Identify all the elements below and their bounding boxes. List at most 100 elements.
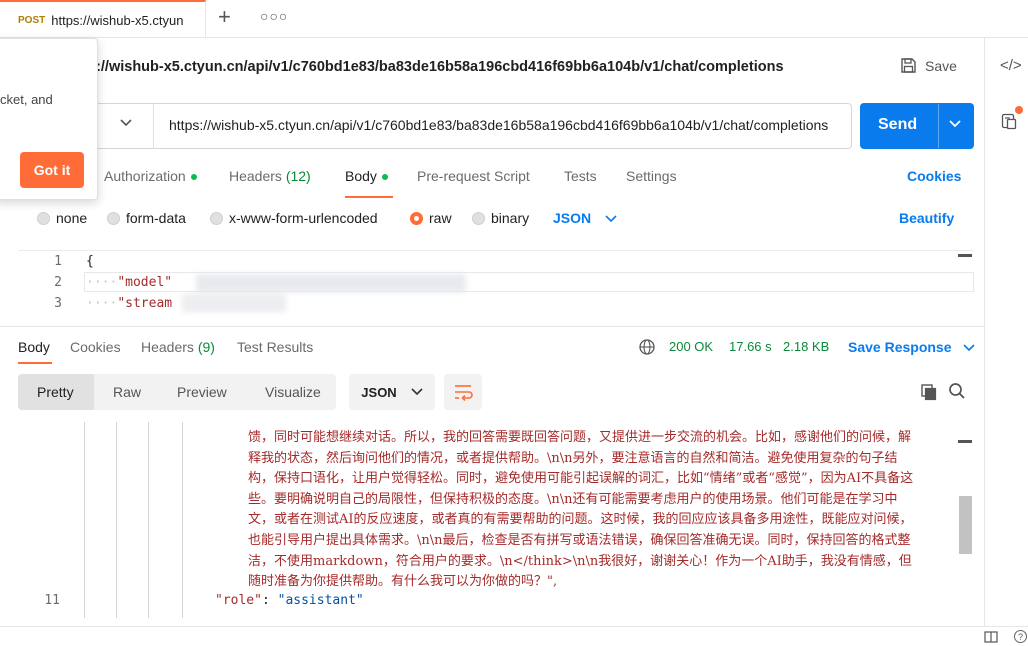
tab-authorization[interactable]: Authorization xyxy=(104,168,197,184)
radio-circle[interactable] xyxy=(37,211,50,225)
indent-guide xyxy=(84,422,85,618)
two-pane-layout-icon[interactable] xyxy=(984,631,998,643)
globe-icon[interactable] xyxy=(638,338,656,356)
send-label[interactable]: Send xyxy=(878,116,917,134)
response-format-select[interactable]: JSON xyxy=(349,374,435,410)
radio-circle[interactable] xyxy=(472,211,485,225)
code-value: "assistant" xyxy=(277,593,364,608)
response-status[interactable]: 200 OK xyxy=(669,339,713,354)
tab-settings[interactable]: Settings xyxy=(626,168,677,184)
status-bar xyxy=(0,626,1028,646)
radio-circle[interactable] xyxy=(210,211,223,225)
wrap-lines-button[interactable] xyxy=(444,374,482,410)
save-label: Save xyxy=(925,57,957,74)
active-tab-underline xyxy=(345,196,393,198)
code-key: "role" xyxy=(215,593,262,608)
more-tabs-icon[interactable]: ○○○ xyxy=(260,8,288,24)
save-button[interactable]: Save xyxy=(900,57,957,74)
tab-tests[interactable]: Tests xyxy=(564,168,597,184)
send-options-chevron-icon[interactable] xyxy=(949,117,961,131)
code-snippet-icon[interactable]: </> xyxy=(1000,57,1022,74)
response-tab-cookies[interactable]: Cookies xyxy=(70,339,121,355)
response-headers-count: (9) xyxy=(197,339,215,355)
status-dot xyxy=(190,174,197,181)
radio-circle-selected[interactable] xyxy=(410,211,423,225)
response-time[interactable]: 17.66 s xyxy=(729,339,772,354)
radio-form-data-label: form-data xyxy=(126,210,186,226)
request-name: s://wishub-x5.ctyun.cn/api/v1/c760bd1e83… xyxy=(88,59,784,75)
response-tab-headers[interactable]: Headers (9) xyxy=(141,339,215,355)
url-input[interactable]: https://wishub-x5.ctyun.cn/api/v1/c760bd… xyxy=(169,117,841,133)
tab-authorization-label: Authorization xyxy=(104,168,186,184)
request-tab[interactable]: POST https://wishub-x5.ctyun xyxy=(0,0,206,38)
code-line: "role": "assistant" xyxy=(215,593,364,608)
response-text-line: 文，或者在测试AI的反应速度，或者真的有需要帮助的问题。这时候，我的回应应该具备… xyxy=(248,512,913,528)
view-preview[interactable]: Preview xyxy=(177,384,227,400)
radio-binary[interactable]: binary xyxy=(472,210,529,226)
search-icon[interactable] xyxy=(948,382,966,400)
response-text-line: 馈，同时可能想继续对话。所以，我的回答需要既回答问题，又提供进一步交流的机会。比… xyxy=(248,430,912,445)
tab-prerequest-script[interactable]: Pre-request Script xyxy=(417,168,530,184)
code-line: { xyxy=(86,254,94,269)
response-text-line: 也能引导用户提出具体需求。\n\n最后，检查是否有拼写或语法错误，确保回答准确无… xyxy=(248,533,911,548)
redacted-region xyxy=(196,274,466,292)
radio-binary-label: binary xyxy=(491,210,530,226)
radio-none-label: none xyxy=(56,210,88,226)
response-text-line: 释我的状态，然后询问他们的情况，或者提供帮助。\n\n另外，要注意语言的自然和简… xyxy=(248,450,898,466)
notification-dot xyxy=(1015,106,1023,114)
cookies-link[interactable]: Cookies xyxy=(907,168,961,184)
new-tab-button[interactable]: + xyxy=(218,4,231,30)
popover-text: cket, and xyxy=(0,92,53,107)
body-format-select[interactable]: JSON xyxy=(553,210,617,226)
response-text-line: 构，保持口语化，让用户觉得轻松。同时，避免使用可能引起误解的词汇，比如“情绪”或… xyxy=(248,471,914,487)
beautify-link[interactable]: Beautify xyxy=(899,210,954,226)
pane-divider[interactable] xyxy=(0,326,984,327)
code-key: "stream xyxy=(117,296,173,311)
code-line: ····"stream xyxy=(86,296,172,311)
response-size[interactable]: 2.18 KB xyxy=(783,339,829,354)
send-split-divider xyxy=(938,104,939,148)
save-response-label: Save Response xyxy=(848,339,952,355)
response-tab-body[interactable]: Body xyxy=(18,339,50,355)
response-text-line: 随时准备为你提供帮助。有什么我可以为你做的吗？", xyxy=(248,574,558,590)
line-number: 11 xyxy=(44,593,60,608)
view-raw[interactable]: Raw xyxy=(113,384,141,400)
response-tab-test-results[interactable]: Test Results xyxy=(237,339,313,355)
indent-dots: ···· xyxy=(86,296,118,311)
response-scrollbar-thumb[interactable] xyxy=(959,496,972,554)
tab-method-badge: POST xyxy=(18,14,46,26)
response-text-line: 些。要明确说明自己的局限性，但保持积极的态度。\n\n还有可能需要考虑用户的使用… xyxy=(248,491,898,507)
response-scrollbar-cap xyxy=(958,440,972,443)
documentation-icon[interactable] xyxy=(1001,112,1017,130)
active-tab-underline xyxy=(18,362,52,364)
body-format-label: JSON xyxy=(553,210,592,226)
save-response-button[interactable]: Save Response xyxy=(848,339,975,355)
save-icon xyxy=(901,58,916,73)
radio-circle[interactable] xyxy=(107,211,120,225)
radio-raw[interactable]: raw xyxy=(410,210,452,226)
tab-body-label: Body xyxy=(345,168,377,184)
got-it-button[interactable]: Got it xyxy=(20,152,84,188)
line-number: 3 xyxy=(54,296,62,311)
method-chevron-down-icon[interactable] xyxy=(120,116,132,130)
tab-body[interactable]: Body xyxy=(345,168,388,184)
tab-headers[interactable]: Headers (12) xyxy=(229,168,311,184)
url-divider xyxy=(153,104,154,148)
radio-urlencoded[interactable]: x-www-form-urlencoded xyxy=(210,210,378,226)
view-pretty[interactable]: Pretty xyxy=(37,384,74,400)
view-visualize[interactable]: Visualize xyxy=(265,384,321,400)
radio-form-data[interactable]: form-data xyxy=(107,210,186,226)
radio-raw-label: raw xyxy=(429,210,452,226)
wrap-lines-icon xyxy=(455,385,473,402)
indent-dots: ···· xyxy=(86,275,118,290)
status-dot xyxy=(381,174,388,181)
chevron-down-icon xyxy=(411,388,423,396)
code-line: ····"model" xyxy=(86,275,172,290)
radio-none[interactable]: none xyxy=(37,210,87,226)
help-icon[interactable]: ? xyxy=(1014,630,1027,643)
indent-guide xyxy=(148,422,149,618)
editor-scrollbar[interactable] xyxy=(958,254,972,257)
headers-count: (12) xyxy=(285,168,311,184)
copy-icon[interactable] xyxy=(920,383,938,401)
response-text-line: 洁，不使用markdown，符合用户的要求。\n</think>\n\n我很好，… xyxy=(248,553,912,569)
